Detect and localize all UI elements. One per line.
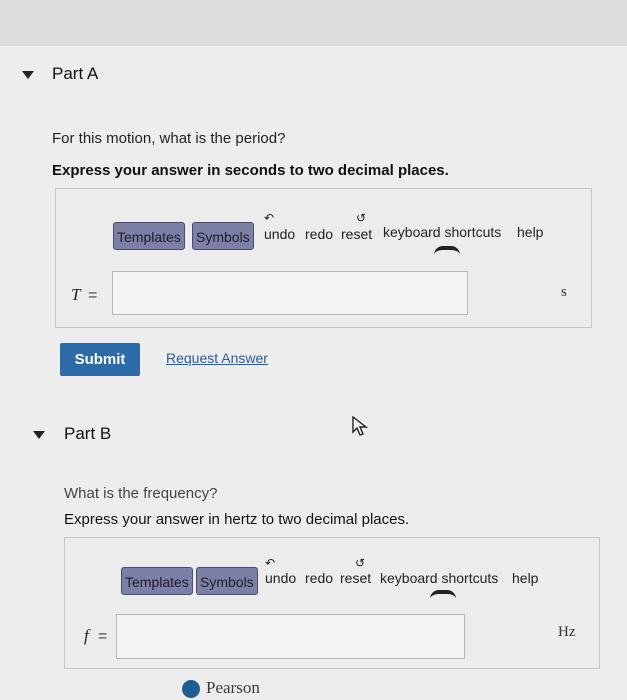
- redo-button[interactable]: redo: [305, 570, 333, 586]
- redo-button[interactable]: redo: [305, 226, 333, 242]
- submit-button[interactable]: Submit: [60, 343, 140, 376]
- answer-box: Templates Symbols ↶ undo redo ↺ reset ke…: [55, 188, 592, 328]
- reset-button[interactable]: reset: [341, 226, 372, 242]
- equals-sign: =: [98, 628, 108, 645]
- top-band: [0, 0, 627, 46]
- period-input[interactable]: [112, 271, 468, 315]
- mouse-cursor-icon: [351, 415, 371, 443]
- undo-button[interactable]: undo: [265, 570, 296, 586]
- symbols-button[interactable]: Symbols: [192, 222, 254, 250]
- part-a-question: For this motion, what is the period?: [52, 130, 286, 147]
- templates-button[interactable]: Templates: [113, 222, 185, 250]
- part-a-instruction: Express your answer in seconds to two de…: [52, 162, 449, 179]
- reset-icon: ↺: [356, 211, 367, 225]
- pearson-brand: Pearson: [206, 678, 260, 697]
- part-a-title[interactable]: Part A: [52, 64, 98, 84]
- keyboard-icon: [430, 590, 456, 599]
- undo-icon: ↶: [265, 556, 276, 570]
- part-b-question: What is the frequency?: [64, 485, 218, 502]
- keyboard-icon: [434, 246, 460, 255]
- symbols-button[interactable]: Symbols: [196, 567, 258, 595]
- part-b-title[interactable]: Part B: [64, 424, 111, 444]
- undo-button[interactable]: undo: [264, 226, 295, 242]
- answer-box: Templates Symbols ↶ undo redo ↺ reset ke…: [64, 537, 600, 669]
- templates-button[interactable]: Templates: [121, 567, 193, 595]
- reset-icon: ↺: [355, 556, 366, 570]
- collapse-arrow-icon[interactable]: [22, 71, 34, 79]
- request-answer-link[interactable]: Request Answer: [166, 350, 268, 366]
- reset-button[interactable]: reset: [340, 570, 371, 586]
- keyboard-shortcuts-button[interactable]: keyboard shortcuts: [383, 224, 501, 240]
- unit-label: s: [561, 284, 567, 300]
- equals-sign: =: [88, 287, 98, 304]
- undo-icon: ↶: [264, 211, 275, 225]
- variable-label: f: [84, 626, 89, 645]
- help-button[interactable]: help: [512, 570, 538, 586]
- frequency-input[interactable]: [116, 614, 465, 659]
- variable-label: T: [71, 285, 81, 304]
- collapse-arrow-icon[interactable]: [33, 431, 45, 439]
- part-b-instruction: Express your answer in hertz to two deci…: [64, 511, 410, 528]
- pearson-logo-icon: [182, 680, 200, 698]
- keyboard-shortcuts-button[interactable]: keyboard shortcuts: [380, 570, 498, 586]
- unit-label: Hz: [558, 624, 576, 640]
- help-button[interactable]: help: [517, 224, 543, 240]
